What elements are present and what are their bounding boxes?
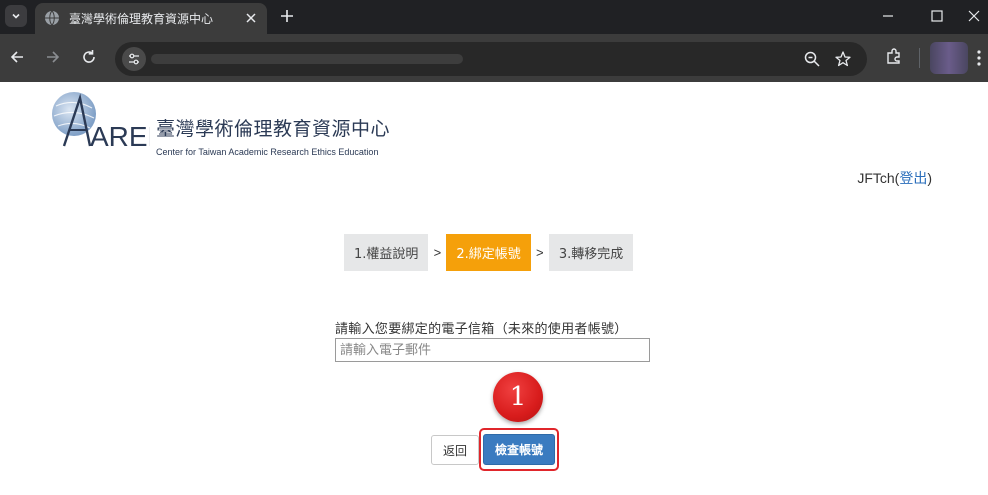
- logo-chinese-title: 臺灣學術倫理教育資源中心: [156, 118, 391, 140]
- new-tab-icon[interactable]: [278, 7, 296, 25]
- svg-text:AREE: AREE: [90, 121, 150, 150]
- step-1: 1.權益說明: [344, 234, 429, 271]
- zoom-icon[interactable]: [803, 50, 821, 68]
- browser-tab[interactable]: 臺灣學術倫理教育資源中心: [35, 3, 267, 34]
- step-separator: >: [536, 245, 544, 260]
- tune-icon: [129, 53, 139, 65]
- browser-toolbar: [0, 34, 988, 82]
- site-info-button[interactable]: [122, 47, 146, 71]
- profile-avatar[interactable]: [930, 42, 968, 74]
- back-button[interactable]: 返回: [431, 435, 479, 465]
- step-2-active: 2.綁定帳號: [446, 234, 531, 271]
- step-annotation-badge: 1: [493, 372, 543, 422]
- aree-logo-mark: AREE: [52, 92, 150, 150]
- paren-close: ): [927, 170, 932, 186]
- step-separator: >: [433, 245, 442, 260]
- chevron-down-icon: [12, 13, 20, 19]
- browser-tab-bar: 臺灣學術倫理教育資源中心: [0, 0, 988, 34]
- check-account-button[interactable]: 檢查帳號: [483, 434, 555, 465]
- extensions-icon[interactable]: [884, 46, 904, 66]
- email-input[interactable]: [335, 338, 650, 362]
- back-arrow-icon[interactable]: [7, 47, 27, 67]
- tab-search-button[interactable]: [5, 5, 27, 27]
- email-label: 請輸入您要綁定的電子信箱（未來的使用者帳號）: [335, 322, 628, 337]
- user-info: JFTch(登出): [857, 168, 932, 188]
- progress-steps: 1.權益說明 > 2.綁定帳號 > 3.轉移完成: [344, 234, 634, 271]
- page-content: AREE 臺灣學術倫理教育資源中心 Center for Taiwan Acad…: [0, 82, 988, 495]
- address-bar[interactable]: [115, 42, 867, 76]
- close-window-icon[interactable]: [964, 6, 984, 26]
- username: JFTch: [857, 170, 895, 186]
- globe-icon: [45, 10, 59, 26]
- maximize-icon[interactable]: [927, 6, 947, 26]
- step-3: 3.轉移完成: [548, 234, 634, 271]
- bookmark-star-icon[interactable]: [834, 50, 852, 68]
- site-logo[interactable]: AREE 臺灣學術倫理教育資源中心 Center for Taiwan Acad…: [50, 92, 390, 157]
- logout-link[interactable]: 登出: [899, 170, 927, 186]
- more-menu-icon[interactable]: [974, 48, 984, 68]
- blurred-url: [151, 54, 463, 64]
- minimize-icon[interactable]: [878, 6, 898, 26]
- toolbar-divider: [919, 48, 920, 68]
- forward-arrow-icon[interactable]: [43, 47, 63, 67]
- reload-icon[interactable]: [79, 47, 99, 67]
- logo-english-title: Center for Taiwan Academic Research Ethi…: [156, 147, 379, 157]
- tab-title: 臺灣學術倫理教育資源中心: [69, 12, 214, 26]
- close-tab-icon[interactable]: [244, 11, 258, 25]
